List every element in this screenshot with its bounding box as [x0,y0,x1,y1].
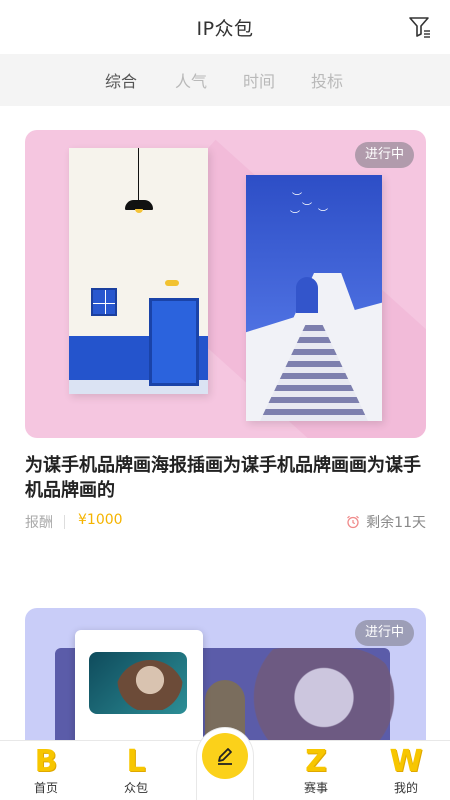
nav-contest-label: 赛事 [303,781,328,795]
nav-crowdsource[interactable]: L 众包 [101,741,171,800]
status-badge: 进行中 [354,142,414,168]
project-title[interactable]: 为谋手机品牌画海报插画为谋手机品牌画画为谋手机品牌画的 [25,453,425,503]
nav-home[interactable]: B 首页 [11,741,81,800]
reward-amount: ¥1000 [78,512,123,528]
publish-button[interactable] [202,733,248,779]
project-card-image[interactable]: ︶ ︶ ︶ ︶ 进行中 [25,130,426,438]
meta-divider [64,515,65,529]
status-badge: 进行中 [354,620,414,646]
home-b-icon: B [34,744,58,779]
pencil-icon [218,748,232,765]
sort-tabs: 综合 人气 时间 投标 [0,54,450,106]
door-illustration [149,298,199,386]
remaining-days: 剩余11天 [366,515,426,531]
window-illustration [91,288,117,316]
poster-illustration-left [69,148,208,394]
phone-mockup: 剧系 刷作 [75,630,203,758]
profile-w-icon: W [389,744,423,779]
alarm-clock-icon [346,514,360,529]
tab-popularity[interactable]: 人气 [175,68,207,92]
thumbnail-image [89,652,187,714]
nav-home-label: 首页 [33,781,58,795]
tab-bids[interactable]: 投标 [311,68,343,92]
crowdsource-l-icon: L [126,744,146,779]
nav-profile[interactable]: W 我的 [371,741,441,800]
reward-label: 报酬 [25,515,53,531]
contest-z-icon: Z [305,744,327,779]
nav-crowdsource-label: 众包 [123,781,148,795]
nav-profile-label: 我的 [393,781,418,795]
tab-overall[interactable]: 综合 [105,68,137,92]
poster-illustration-right: ︶ ︶ ︶ ︶ [246,175,382,421]
tab-time[interactable]: 时间 [243,68,275,92]
page-title: IP众包 [196,18,254,40]
filter-icon[interactable] [408,15,432,39]
nav-contest[interactable]: Z 赛事 [281,741,351,800]
app-header: IP众包 [0,0,450,54]
bottom-nav: B 首页 L 众包 Z 赛事 W 我的 [0,727,450,800]
